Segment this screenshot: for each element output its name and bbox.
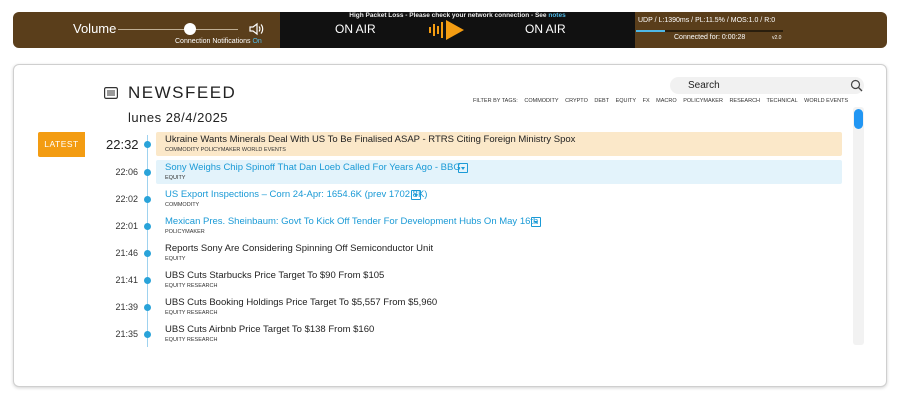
news-time: 22:32 xyxy=(106,137,139,152)
search-input[interactable]: Search xyxy=(670,77,864,94)
news-item[interactable]: 21:41 UBS Cuts Starbucks Price Target To… xyxy=(14,268,888,292)
timeline-dot xyxy=(144,223,151,230)
notifications-state: On xyxy=(252,38,262,45)
volume-slider-handle[interactable] xyxy=(184,23,196,35)
news-headline[interactable]: US Export Inspections – Corn 24-Apr: 165… xyxy=(165,189,427,200)
news-tags: EQUITY xyxy=(165,256,186,262)
timeline-dot xyxy=(144,277,151,284)
connection-notifications-toggle[interactable]: Connection Notifications On xyxy=(175,38,262,45)
news-tags: EQUITY RESEARCH xyxy=(165,310,218,316)
filter-tag-crypto[interactable]: CRYPTO xyxy=(565,98,588,104)
audio-player-bar: Volume Connection Notifications On High … xyxy=(13,12,887,48)
notifications-label: Connection Notifications xyxy=(175,38,251,45)
news-headline[interactable]: UBS Cuts Booking Holdings Price Target T… xyxy=(165,297,437,308)
feed-date: lunes 28/4/2025 xyxy=(128,110,229,125)
news-tags: EQUITY RESEARCH xyxy=(165,337,218,343)
timeline-dot xyxy=(144,196,151,203)
expand-chevron-icon[interactable] xyxy=(411,190,421,200)
filter-tag-commodity[interactable]: COMMODITY xyxy=(524,98,558,104)
filter-tag-research[interactable]: RESEARCH xyxy=(729,98,760,104)
filter-tag-fx[interactable]: FX xyxy=(643,98,650,104)
filter-tag-world-events[interactable]: WORLD EVENTS xyxy=(804,98,848,104)
news-headline[interactable]: Reports Sony Are Considering Spinning Of… xyxy=(165,243,433,254)
news-tags: COMMODITY xyxy=(165,202,200,208)
filter-tag-policymaker[interactable]: POLICYMAKER xyxy=(683,98,723,104)
newsfeed-icon xyxy=(104,87,118,99)
broadcast-panel: High Packet Loss - Please check your net… xyxy=(280,12,635,48)
news-item[interactable]: 22:32 Ukraine Wants Minerals Deal With U… xyxy=(14,132,888,156)
play-button[interactable] xyxy=(428,18,468,42)
filter-tag-debt[interactable]: DEBT xyxy=(594,98,609,104)
news-time: 21:46 xyxy=(115,248,138,258)
scrollbar-thumb[interactable] xyxy=(854,109,863,129)
tag-filter-bar: FILTER BY TAGS: COMMODITY CRYPTO DEBT EQ… xyxy=(473,98,853,104)
version-label: v2.0 xyxy=(772,35,782,41)
news-item[interactable]: 21:35 UBS Cuts Airbnb Price Target To $1… xyxy=(14,322,888,346)
search-placeholder: Search xyxy=(688,80,720,91)
timeline-dot xyxy=(144,250,151,257)
news-headline[interactable]: UBS Cuts Airbnb Price Target To $138 Fro… xyxy=(165,324,374,335)
connected-label: Connected for: xyxy=(674,34,720,41)
connection-stats: UDP / L:1390ms / PL:11.5% / MOS:1.0 / R:… xyxy=(638,17,776,24)
news-tags: COMMODITY POLICYMAKER WORLD EVENTS xyxy=(165,147,286,153)
timeline-dot xyxy=(144,331,151,338)
connected-duration: Connected for: 0:00:28 xyxy=(674,34,745,41)
timeline-dot xyxy=(144,304,151,311)
speaker-icon[interactable] xyxy=(248,21,264,37)
on-air-status-left: ON AIR xyxy=(335,22,376,36)
alert-notes-link[interactable]: notes xyxy=(548,12,565,19)
newsfeed-title: NEWSFEED xyxy=(128,83,237,102)
news-time: 21:39 xyxy=(115,302,138,312)
volume-label: Volume xyxy=(73,21,117,36)
filter-label: FILTER BY TAGS: xyxy=(473,98,518,104)
news-time: 22:01 xyxy=(115,221,138,231)
timeline-dot xyxy=(144,141,151,148)
news-tags: EQUITY xyxy=(165,175,186,181)
news-item[interactable]: 21:39 UBS Cuts Booking Holdings Price Ta… xyxy=(14,295,888,319)
news-item[interactable]: 22:02 US Export Inspections – Corn 24-Ap… xyxy=(14,187,888,211)
volume-slider[interactable] xyxy=(118,29,238,30)
news-time: 21:41 xyxy=(115,275,138,285)
filter-tag-technical[interactable]: TECHNICAL xyxy=(766,98,797,104)
newsfeed-panel: NEWSFEED lunes 28/4/2025 Search FILTER B… xyxy=(13,64,887,387)
news-headline[interactable]: Mexican Pres. Sheinbaum: Govt To Kick Of… xyxy=(165,216,538,227)
filter-tag-equity[interactable]: EQUITY xyxy=(616,98,636,104)
news-headline[interactable]: UBS Cuts Starbucks Price Target To $90 F… xyxy=(165,270,384,281)
filter-tag-macro[interactable]: MACRO xyxy=(656,98,676,104)
connected-time: 0:00:28 xyxy=(721,34,746,41)
expand-chevron-icon[interactable] xyxy=(531,217,541,227)
news-item[interactable]: 22:06 Sony Weighs Chip Spinoff That Dan … xyxy=(14,160,888,184)
expand-chevron-icon[interactable] xyxy=(458,163,468,173)
news-tags: EQUITY RESEARCH xyxy=(165,283,218,289)
news-time: 22:06 xyxy=(115,167,138,177)
news-tags: POLICYMAKER xyxy=(165,229,205,235)
news-time: 22:02 xyxy=(115,194,138,204)
news-item[interactable]: 22:01 Mexican Pres. Sheinbaum: Govt To K… xyxy=(14,214,888,238)
news-time: 21:35 xyxy=(115,329,138,339)
connection-quality-bar xyxy=(636,30,783,32)
timeline-dot xyxy=(144,169,151,176)
news-headline[interactable]: Sony Weighs Chip Spinoff That Dan Loeb C… xyxy=(165,162,461,173)
news-headline[interactable]: Ukraine Wants Minerals Deal With US To B… xyxy=(165,134,575,145)
on-air-status-right: ON AIR xyxy=(525,22,566,36)
news-item[interactable]: 21:46 Reports Sony Are Considering Spinn… xyxy=(14,241,888,265)
search-icon[interactable] xyxy=(850,79,863,92)
